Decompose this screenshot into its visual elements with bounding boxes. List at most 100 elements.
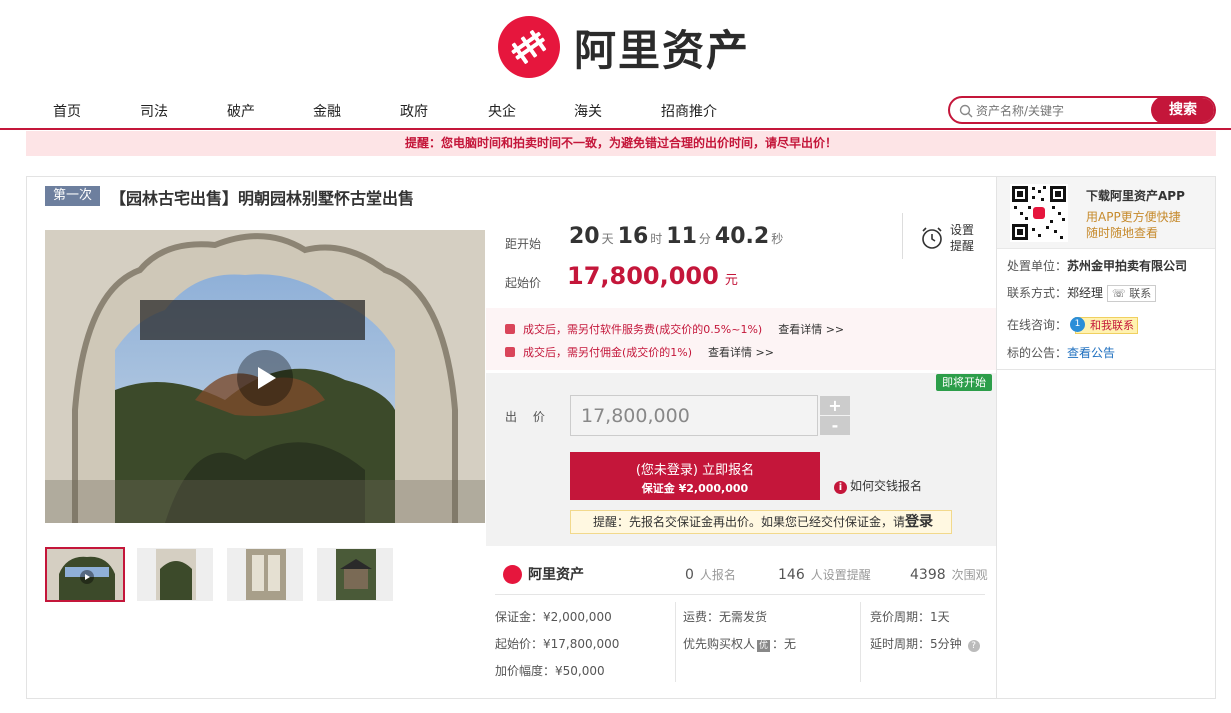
set-reminder-label: 设置 提醒	[950, 222, 974, 254]
fee-detail-link-commission[interactable]: 查看详情 >>	[708, 346, 774, 359]
countdown-hours: 16	[617, 224, 649, 249]
countdown-minutes: 11	[666, 224, 697, 249]
contact-name: 郑经理	[1067, 286, 1104, 300]
nav-item-customs[interactable]: 海关	[574, 101, 602, 121]
contact-button[interactable]: ☏ 联系	[1107, 285, 1157, 302]
search-input[interactable]	[976, 101, 1146, 121]
app-desc-line2: 随时随地查看	[1086, 226, 1159, 240]
contact-row: 联系方式：郑经理 ☏ 联系	[1007, 284, 1157, 302]
signup-label: (您未登录) 立即报名	[635, 463, 755, 478]
info-icon: i	[834, 481, 847, 494]
fee-detail-link-service[interactable]: 查看详情 >>	[778, 323, 844, 336]
fee-line-service: 成交后，需另付软件服务费(成交价的0.5%~1%) 查看详情 >>	[505, 321, 844, 337]
countdown-seconds-unit: 秒	[771, 232, 784, 246]
view-notice-link[interactable]: 查看公告	[1067, 346, 1115, 360]
countdown-seconds: 40.2	[714, 224, 770, 249]
search-button[interactable]: 搜索	[1151, 98, 1214, 122]
bid-label: 出 价	[505, 410, 551, 424]
login-tip: 提醒：先报名交保证金再出价。如果您已经交付保证金，请登录	[570, 510, 952, 534]
signup-count-label: 人报名	[699, 568, 736, 582]
sidebar-divider	[997, 369, 1215, 370]
nav-item-government[interactable]: 政府	[400, 101, 428, 121]
info-deposit: 保证金：¥2,000,000	[495, 610, 612, 624]
view-count: 4398 次围观	[910, 566, 988, 583]
divider	[675, 602, 676, 682]
online-chat-label: 在线咨询：	[1007, 318, 1068, 332]
login-link[interactable]: 登录	[905, 514, 933, 530]
signup-count: 0 人报名	[685, 566, 736, 583]
notice-label: 标的公告：	[1007, 346, 1068, 360]
reminder-count-value: 146	[778, 567, 805, 583]
set-reminder-button[interactable]: 设置 提醒	[920, 222, 980, 256]
thumbnail-1[interactable]	[45, 547, 125, 602]
item-title: 【园林古宅出售】明朝园林别墅怀古堂出售	[110, 189, 415, 208]
signup-button[interactable]: (您未登录) 立即报名 保证金 ¥2,000,000	[570, 452, 820, 500]
priority-buyer-value: ：无	[772, 637, 797, 651]
nav-item-bankruptcy[interactable]: 破产	[227, 101, 255, 121]
help-icon[interactable]: ?	[967, 640, 980, 652]
nav-item-judicial[interactable]: 司法	[140, 101, 168, 121]
info-delay-cycle: 延时周期：5分钟?	[870, 635, 980, 652]
ali-asset-mini-logo: 阿里资产	[503, 564, 584, 584]
app-download-desc: 用APP更方便快捷 随时随地查看	[1086, 209, 1181, 241]
info-bid-cycle: 竞价周期：1天	[870, 610, 950, 624]
disposal-org-value: 苏州金甲拍卖有限公司	[1067, 259, 1188, 273]
nav-item-investment[interactable]: 招商推介	[661, 101, 717, 121]
bid-increase-button[interactable]: +	[820, 396, 850, 415]
site-logo[interactable]: 阿里资产	[498, 16, 750, 78]
how-to-pay-link[interactable]: i 如何交钱报名	[834, 477, 922, 494]
set-reminder-line1: 设置	[950, 223, 975, 237]
ali-asset-logo-icon	[503, 564, 522, 584]
fee-text-commission: 成交后，需另付佣金(成交价的1%)	[523, 346, 693, 359]
status-badge: 即将开始	[936, 374, 992, 391]
countdown-label: 距开始	[505, 237, 542, 251]
countdown-days: 20	[569, 224, 600, 249]
reminder-count-label: 人设置提醒	[810, 568, 871, 582]
nav-item-soe[interactable]: 央企	[488, 101, 516, 121]
start-price-unit: 元	[724, 273, 738, 288]
mini-logo-text: 阿里资产	[528, 567, 584, 583]
bid-decrease-button[interactable]: -	[820, 416, 850, 435]
disposal-org-row: 处置单位：苏州金甲拍卖有限公司	[1007, 257, 1187, 274]
set-reminder-line2: 提醒	[950, 239, 975, 253]
contact-button-label: 联系	[1129, 287, 1152, 300]
app-desc-line1: 用APP更方便快捷	[1086, 210, 1181, 224]
divider	[495, 594, 985, 595]
info-priority-buyer: 优先购买权人优：无	[683, 635, 796, 652]
app-download-title: 下载阿里资产APP	[1086, 189, 1185, 203]
main-image[interactable]	[45, 230, 485, 523]
signup-deposit: 保证金 ¥2,000,000	[641, 482, 749, 495]
chat-button-label: 和我联系	[1090, 319, 1135, 332]
qr-code-icon	[1010, 184, 1068, 242]
start-price-value: 17,800,000	[567, 262, 719, 290]
time-mismatch-notice: 提醒：您电脑时间和拍卖时间不一致，为避免错过合理的出价时间，请尽早出价！	[26, 131, 1216, 156]
fee-line-commission: 成交后，需另付佣金(成交价的1%) 查看详情 >>	[505, 344, 774, 360]
fee-text-service: 成交后，需另付软件服务费(成交价的0.5%~1%)	[523, 323, 763, 336]
priority-buyer-tag: 优	[757, 640, 771, 652]
online-chat-row: 在线咨询： 1 和我联系	[1007, 316, 1139, 334]
view-count-label: 次围观	[951, 568, 988, 582]
alarm-clock-icon	[922, 227, 942, 249]
notice-row: 标的公告：查看公告	[1007, 344, 1115, 361]
nav-item-home[interactable]: 首页	[53, 101, 81, 121]
how-to-pay-label: 如何交钱报名	[850, 479, 923, 493]
search-bar: 搜索	[948, 96, 1216, 124]
thumbnail-3[interactable]	[227, 548, 303, 601]
info-start-price: 起始价：¥17,800,000	[495, 637, 620, 651]
site-logo-text: 阿里资产	[574, 25, 751, 75]
thumbnail-4[interactable]	[317, 548, 393, 601]
fee-bag-icon	[505, 347, 515, 357]
delay-cycle-value: 延时周期：5分钟	[870, 637, 962, 651]
chat-button[interactable]: 1 和我联系	[1070, 317, 1139, 334]
divider	[860, 602, 861, 682]
nav-underline	[0, 128, 1231, 130]
nav-item-finance[interactable]: 金融	[313, 101, 341, 121]
fee-notice-box	[486, 308, 996, 370]
bid-amount-input[interactable]	[570, 395, 818, 436]
countdown-days-unit: 天	[601, 232, 614, 246]
countdown-minutes-unit: 分	[698, 232, 711, 246]
chat-count-badge: 1	[1070, 317, 1086, 332]
thumbnail-2[interactable]	[137, 548, 213, 601]
contact-label: 联系方式：	[1007, 286, 1068, 300]
priority-buyer-label: 优先购买权人	[683, 637, 756, 651]
